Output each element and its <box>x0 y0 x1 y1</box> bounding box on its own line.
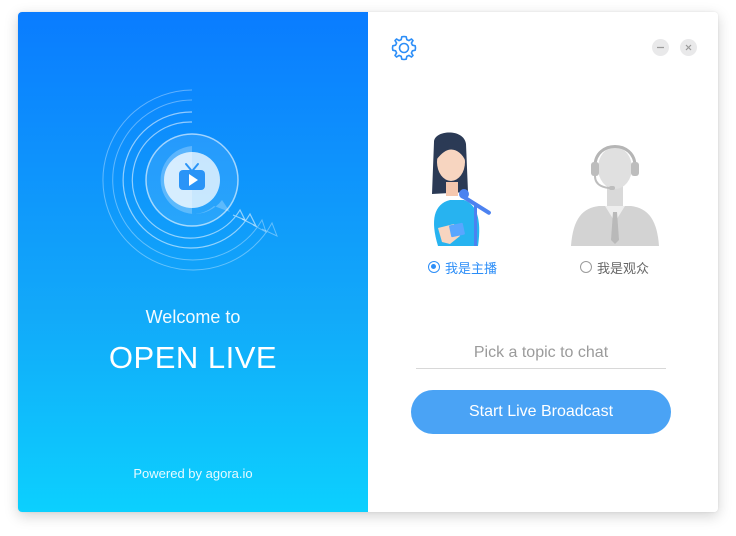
close-icon <box>685 44 692 51</box>
app-window: Welcome to OPEN LIVE Powered by agora.io <box>18 12 718 512</box>
role-audience-label: 我是观众 <box>597 260 650 276</box>
welcome-text: Welcome to <box>145 307 241 327</box>
gear-icon[interactable] <box>390 34 418 62</box>
radio-selected-icon <box>428 261 440 273</box>
live-tv-chat-icon <box>100 88 285 273</box>
start-live-broadcast-button[interactable]: Start Live Broadcast <box>411 390 671 434</box>
minimize-icon <box>657 46 664 49</box>
powered-by-text: Powered by agora.io <box>133 466 253 481</box>
radio-unselected-icon <box>580 261 592 273</box>
role-audience-radio[interactable]: 我是观众 <box>580 257 649 277</box>
welcome-panel: Welcome to OPEN LIVE Powered by agora.io <box>18 12 368 512</box>
host-illustration[interactable] <box>420 132 520 247</box>
minimize-button[interactable] <box>652 39 669 56</box>
login-panel: 我是主播 我是观众 Start Live Broadcast <box>368 12 718 512</box>
audience-illustration[interactable] <box>565 132 665 247</box>
role-host-radio[interactable]: 我是主播 <box>428 257 497 277</box>
app-title: OPEN LIVE <box>108 340 278 375</box>
topic-input[interactable] <box>416 338 666 369</box>
close-button[interactable] <box>680 39 697 56</box>
role-host-label: 我是主播 <box>445 260 498 276</box>
